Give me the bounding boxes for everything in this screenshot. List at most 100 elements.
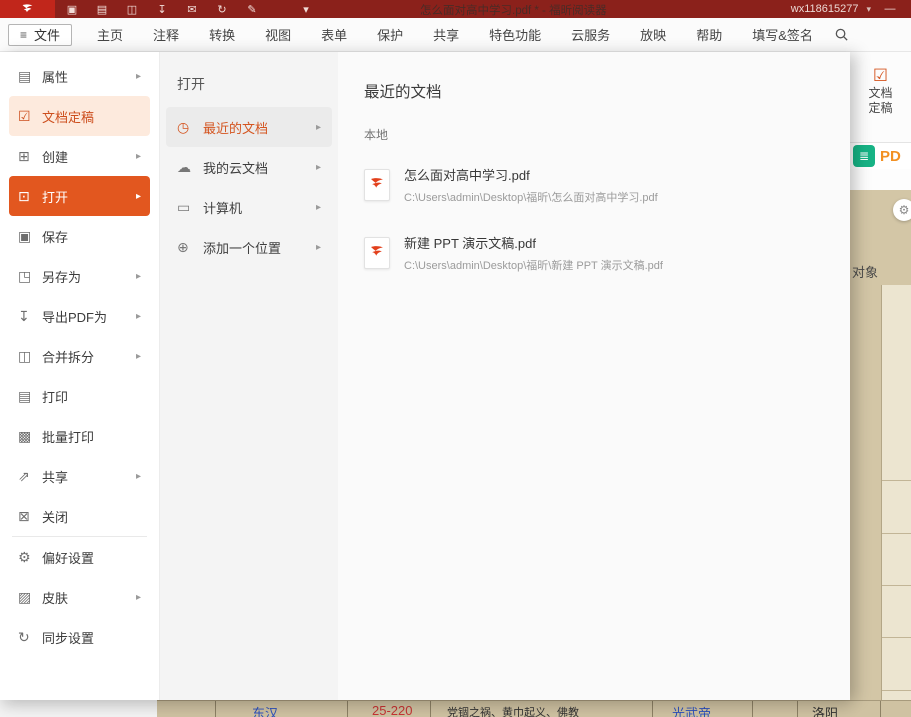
ribbon-tabs: 主页 注释 转换 视图 表单 保护 共享 特色功能 云服务 放映 帮助 填写&签… <box>82 25 828 44</box>
page-table-column <box>882 285 911 700</box>
batch-print-icon: ▩ <box>18 428 42 445</box>
tab-play[interactable]: 放映 <box>625 25 681 44</box>
hamburger-icon: ≡ <box>20 28 27 42</box>
tab-features[interactable]: 特色功能 <box>474 25 556 44</box>
quick-access-toolbar: ▣ ▤ ◫ ↧ ✉ ↻ ✎ ▾ <box>65 3 313 16</box>
recent-file-item[interactable]: 新建 PPT 演示文稿.pdf C:\Users\admin\Desktop\福… <box>338 219 850 287</box>
tab-fill-sign[interactable]: 填写&签名 <box>737 25 828 44</box>
recent-documents-title: 最近的文档 <box>338 52 850 102</box>
open-panel-title: 打开 <box>160 52 338 107</box>
tab-cloud[interactable]: 云服务 <box>556 25 625 44</box>
chevron-right-icon: ▸ <box>136 592 141 603</box>
share-icon: ⇗ <box>18 468 42 485</box>
tab-share[interactable]: 共享 <box>418 25 474 44</box>
panel-item-add-place[interactable]: ⊕ 添加一个位置 ▸ <box>166 227 332 267</box>
sidebar-item-open[interactable]: ⊡ 打开 ▸ <box>9 176 150 216</box>
foxit-logo-icon <box>21 3 34 16</box>
panel-item-recent-documents[interactable]: ◷ 最近的文档 ▸ <box>166 107 332 147</box>
save-as-icon: ◳ <box>18 268 42 285</box>
sidebar-item-batch-print[interactable]: ▩ 批量打印 <box>9 416 150 456</box>
panel-item-cloud-documents[interactable]: ☁ 我的云文档 ▸ <box>166 147 332 187</box>
tab-view[interactable]: 视图 <box>250 25 306 44</box>
sidebar-item-finalize[interactable]: ☑ 文档定稿 <box>9 96 150 136</box>
account-name[interactable]: wx118615277 <box>791 3 859 15</box>
finalize-label-line2: 定稿 <box>850 101 911 116</box>
finalize-icon: ☑ <box>18 108 42 125</box>
sidebar-item-properties[interactable]: ▤ 属性 ▸ <box>9 56 150 96</box>
gear-icon: ⚙ <box>899 203 910 217</box>
export-icon[interactable]: ↧ <box>155 3 169 16</box>
file-name: 怎么面对高中学习.pdf <box>404 165 658 184</box>
gear-icon: ⚙ <box>18 549 42 566</box>
tab-file[interactable]: ≡ 文件 <box>8 24 72 46</box>
chevron-right-icon: ▸ <box>316 202 321 213</box>
sidebar-item-skin[interactable]: ▨ 皮肤 ▸ <box>9 577 150 617</box>
mail-icon[interactable]: ✉ <box>185 3 199 16</box>
tab-home[interactable]: 主页 <box>82 25 138 44</box>
ribbon-tab-bar: ≡ 文件 主页 注释 转换 视图 表单 保护 共享 特色功能 云服务 放映 帮助… <box>0 18 911 52</box>
tab-help[interactable]: 帮助 <box>681 25 737 44</box>
panel-item-computer[interactable]: ▭ 计算机 ▸ <box>166 187 332 227</box>
print-icon: ▤ <box>18 388 42 405</box>
recent-file-item[interactable]: 怎么面对高中学习.pdf C:\Users\admin\Desktop\福昕\怎… <box>338 151 850 219</box>
sidebar-item-sync-settings[interactable]: ↻ 同步设置 <box>9 617 150 657</box>
sidebar-item-save[interactable]: ▣ 保存 <box>9 216 150 256</box>
file-path: C:\Users\admin\Desktop\福昕\新建 PPT 演示文稿.pd… <box>404 257 663 273</box>
document-table-row: 东汉 25-220 党锢之祸、黄巾起义、佛教 光武帝 洛阳 <box>157 700 911 717</box>
pdf-widget-label: PD <box>880 148 901 165</box>
clock-icon: ◷ <box>177 119 203 136</box>
table-cell: 光武帝 <box>672 703 711 717</box>
save-icon[interactable]: ▣ <box>65 3 79 16</box>
print-icon[interactable]: ▤ <box>95 3 109 16</box>
sidebar-item-export-pdf[interactable]: ↧ 导出PDF为 ▸ <box>9 296 150 336</box>
undo-icon[interactable]: ↻ <box>215 3 229 16</box>
computer-icon: ▭ <box>177 199 203 216</box>
sidebar-item-close[interactable]: ⊠ 关闭 <box>9 496 150 536</box>
tab-convert[interactable]: 转换 <box>194 25 250 44</box>
sidebar-item-save-as[interactable]: ◳ 另存为 ▸ <box>9 256 150 296</box>
pdf-file-icon <box>364 169 390 201</box>
merge-split-icon: ◫ <box>18 348 42 365</box>
plus-circle-icon: ⊕ <box>177 239 203 256</box>
pdf-widget[interactable]: ≣ PD <box>850 143 911 169</box>
table-cell: 25-220 <box>372 703 412 717</box>
create-icon: ⊞ <box>18 148 42 165</box>
tab-protect[interactable]: 保护 <box>362 25 418 44</box>
sidebar-item-preferences[interactable]: ⚙ 偏好设置 <box>9 537 150 577</box>
file-path: C:\Users\admin\Desktop\福昕\怎么面对高中学习.pdf <box>404 189 658 205</box>
table-cell: 洛阳 <box>812 703 838 717</box>
quick-print-icon[interactable]: ◫ <box>125 3 139 16</box>
tab-comment[interactable]: 注释 <box>138 25 194 44</box>
document-page-edge: 对象 ⚙ <box>850 190 911 700</box>
chevron-right-icon: ▸ <box>316 242 321 253</box>
sidebar-item-share[interactable]: ⇗ 共享 ▸ <box>9 456 150 496</box>
account-chevron-icon[interactable]: ▾ <box>866 4 871 15</box>
search-button[interactable] <box>834 27 849 42</box>
chevron-right-icon: ▸ <box>316 122 321 133</box>
background-app-bottom: 东汉 25-220 党锢之祸、黄巾起义、佛教 光武帝 洛阳 <box>0 700 911 717</box>
ribbon-finalize-button[interactable]: ☑ 文档 定稿 <box>850 52 911 143</box>
search-icon <box>834 27 849 42</box>
pdf-file-icon <box>364 237 390 269</box>
close-icon: ⊠ <box>18 508 42 525</box>
open-icon: ⊡ <box>18 188 42 205</box>
sidebar-item-create[interactable]: ⊞ 创建 ▸ <box>9 136 150 176</box>
pdf-widget-icon: ≣ <box>853 145 875 167</box>
file-menu-sidebar: ▤ 属性 ▸ ☑ 文档定稿 ⊞ 创建 ▸ ⊡ 打开 ▸ ▣ 保存 ◳ 另存为 ▸ <box>0 52 160 700</box>
settings-fab[interactable]: ⚙ <box>893 199 911 221</box>
skin-icon: ▨ <box>18 589 42 606</box>
sidebar-item-merge-split[interactable]: ◫ 合并拆分 ▸ <box>9 336 150 376</box>
quick-access-dropdown-icon[interactable]: ▾ <box>299 3 313 16</box>
sidebar-item-print[interactable]: ▤ 打印 <box>9 376 150 416</box>
app-logo-button[interactable] <box>0 0 55 18</box>
table-cell: 党锢之祸、黄巾起义、佛教 <box>447 704 579 717</box>
pen-icon[interactable]: ✎ <box>245 3 259 16</box>
chevron-right-icon: ▸ <box>136 191 141 202</box>
chevron-right-icon: ▸ <box>136 71 141 82</box>
tab-form[interactable]: 表单 <box>306 25 362 44</box>
window-title: 怎么面对高中学习.pdf * - 福昕阅读器 <box>420 2 607 18</box>
finalize-doc-icon: ☑ <box>850 66 911 86</box>
open-panel: 打开 ◷ 最近的文档 ▸ ☁ 我的云文档 ▸ ▭ 计算机 ▸ ⊕ 添加一个位置 … <box>160 52 338 700</box>
chevron-right-icon: ▸ <box>136 151 141 162</box>
minimize-button[interactable]: — <box>879 3 901 15</box>
